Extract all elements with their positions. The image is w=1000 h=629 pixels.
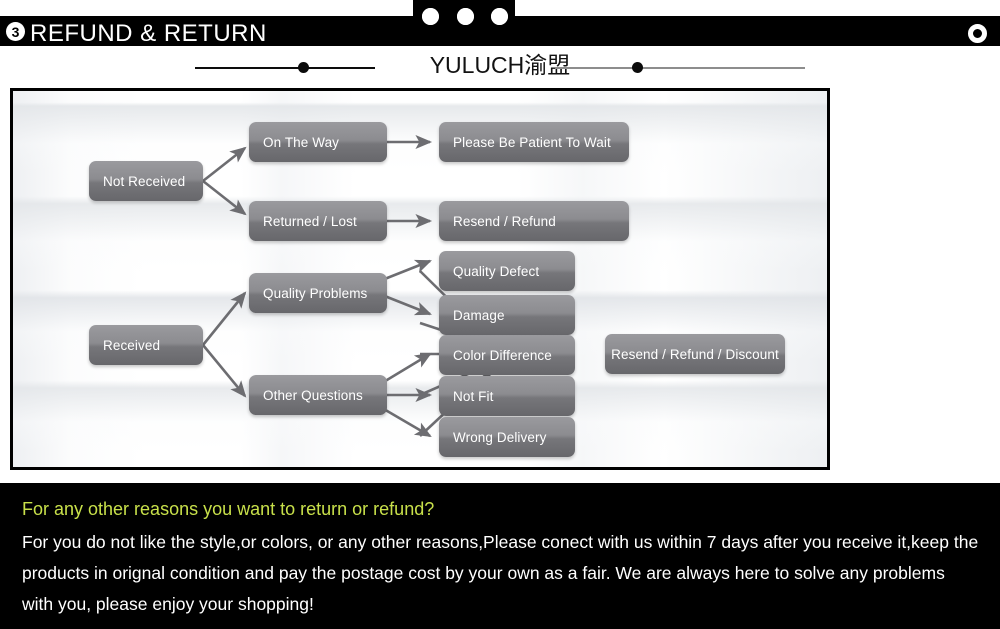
notes-block: For any other reasons you want to return… bbox=[0, 483, 1000, 629]
node-not-fit[interactable]: Not Fit bbox=[439, 376, 575, 416]
node-resend-refund-discount[interactable]: Resend / Refund / Discount bbox=[605, 334, 785, 374]
node-quality-defect[interactable]: Quality Defect bbox=[439, 251, 575, 291]
node-other-questions[interactable]: Other Questions bbox=[249, 375, 387, 415]
section-number-badge: 3 bbox=[6, 22, 25, 41]
notes-title: For any other reasons you want to return… bbox=[22, 499, 435, 519]
flowchart-panel: Not Received Received On The Way Returne… bbox=[10, 88, 830, 470]
node-not-received[interactable]: Not Received bbox=[89, 161, 203, 201]
node-please-be-patient-to-wait[interactable]: Please Be Patient To Wait bbox=[439, 122, 629, 162]
notes-body: For you do not like the style,or colors,… bbox=[22, 532, 979, 614]
node-quality-problems[interactable]: Quality Problems bbox=[249, 273, 387, 313]
node-wrong-delivery[interactable]: Wrong Delivery bbox=[439, 417, 575, 457]
divider-line-right bbox=[555, 67, 805, 69]
node-on-the-way[interactable]: On The Way bbox=[249, 122, 387, 162]
node-resend-refund[interactable]: Resend / Refund bbox=[439, 201, 629, 241]
page-title: REFUND & RETURN bbox=[30, 20, 267, 47]
page-header: 3 REFUND & RETURN bbox=[0, 0, 1000, 47]
divider-dot-right bbox=[632, 62, 643, 73]
brand-divider: YULUCH渝盟 bbox=[0, 50, 1000, 84]
flowchart: Not Received Received On The Way Returne… bbox=[13, 91, 827, 467]
flowchart-connectors bbox=[201, 134, 496, 438]
node-damage[interactable]: Damage bbox=[439, 295, 575, 335]
ring-icon bbox=[968, 24, 987, 43]
node-returned-lost[interactable]: Returned / Lost bbox=[249, 201, 387, 241]
circle-dot-icon-group bbox=[416, 0, 516, 32]
circle-dot-icon bbox=[451, 2, 479, 30]
node-color-difference[interactable]: Color Difference bbox=[439, 335, 575, 375]
node-received[interactable]: Received bbox=[89, 325, 203, 365]
brand-name: YULUCH渝盟 bbox=[429, 52, 571, 78]
circle-dot-icon bbox=[485, 2, 513, 30]
circle-dot-icon bbox=[416, 2, 444, 30]
